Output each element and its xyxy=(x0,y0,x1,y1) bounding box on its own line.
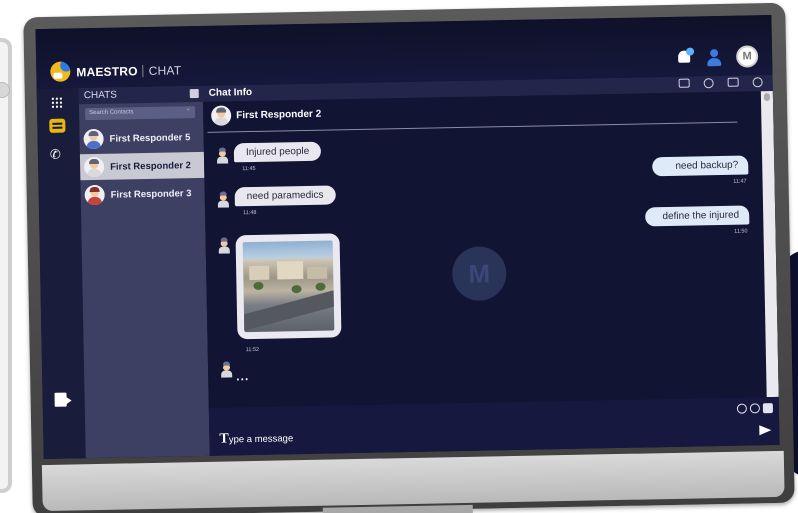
message-bubble-outgoing: need backup? xyxy=(652,155,749,177)
message-bubble-incoming: need paramedics xyxy=(234,185,336,207)
phone-icon[interactable]: ✆ xyxy=(50,147,61,163)
sender-avatar xyxy=(216,147,229,164)
composer-tools xyxy=(736,403,774,414)
message-composer: Type a message xyxy=(208,396,780,456)
app-screen: MAESTRO CHAT M ✆ CHATS Search Contacts ⌄… xyxy=(35,14,780,460)
brand-subtitle: CHAT xyxy=(148,63,182,78)
contact-item-first-responder-5[interactable]: First Responder 5 xyxy=(79,124,203,152)
contact-item-first-responder-2[interactable]: First Responder 2 xyxy=(79,151,205,181)
gallery-upload-icon[interactable] xyxy=(762,403,774,414)
message-time: 11:52 xyxy=(245,346,260,354)
emoji-icon[interactable] xyxy=(736,403,748,414)
attach-icon[interactable] xyxy=(749,403,761,414)
placeholder-text: ype a message xyxy=(228,433,294,446)
contact-item-first-responder-3[interactable]: First Responder 3 xyxy=(80,180,204,208)
contact-name: First Responder 5 xyxy=(109,131,191,145)
message-time: 11:45 xyxy=(242,165,256,173)
user-avatar[interactable]: M xyxy=(735,45,759,68)
monitor-knob xyxy=(0,82,10,98)
search-icon[interactable] xyxy=(752,77,763,88)
message-bubble-incoming: Injured people xyxy=(233,141,322,163)
nav-rail: ✆ xyxy=(36,88,86,460)
maestro-watermark-icon: M xyxy=(451,246,507,302)
monitor-frame: MAESTRO CHAT M ✆ CHATS Search Contacts ⌄… xyxy=(23,2,795,513)
contact-avatar xyxy=(84,184,105,206)
message-time: 11:47 xyxy=(733,178,747,185)
send-icon[interactable] xyxy=(759,425,772,436)
notifications-bell-icon[interactable] xyxy=(676,49,692,67)
maestro-logo-icon xyxy=(50,61,71,82)
message-input[interactable]: Type a message xyxy=(219,430,293,447)
sender-avatar xyxy=(218,237,230,254)
message-time: 11:48 xyxy=(243,209,257,217)
app-brand: MAESTRO CHAT xyxy=(76,63,181,79)
message-image-incoming[interactable] xyxy=(235,233,342,340)
brand-separator xyxy=(142,65,144,78)
monitor-stand xyxy=(322,504,473,513)
brand-name: MAESTRO xyxy=(76,64,138,80)
logout-icon[interactable] xyxy=(54,392,67,407)
contact-avatar xyxy=(83,128,104,150)
contact-avatar xyxy=(83,156,105,178)
sender-avatar xyxy=(220,361,233,378)
street-photo xyxy=(242,240,335,333)
contact-name: First Responder 3 xyxy=(110,187,192,201)
background-monitor-left xyxy=(0,38,12,493)
top-bar-actions: M xyxy=(676,45,759,69)
contacts-panel: CHATS Search Contacts First Responder 5 … xyxy=(78,85,210,459)
user-profile-icon[interactable] xyxy=(706,48,722,66)
typing-indicator: ... xyxy=(236,369,250,384)
chat-actions xyxy=(678,77,763,89)
chat-recipient: First Responder 2 xyxy=(211,104,321,126)
recipient-avatar xyxy=(211,105,232,126)
message-bubble-outgoing: define the injured xyxy=(645,205,750,227)
recipient-name: First Responder 2 xyxy=(236,108,322,121)
sender-avatar xyxy=(217,191,229,208)
call-icon[interactable] xyxy=(703,78,714,89)
chat-info-title: Chat Info xyxy=(208,86,253,99)
video-call-icon[interactable] xyxy=(727,77,739,87)
message-time: 11:50 xyxy=(734,228,748,235)
apps-grid-icon[interactable] xyxy=(50,96,64,109)
chats-icon[interactable] xyxy=(49,118,66,133)
contact-name: First Responder 2 xyxy=(110,159,192,173)
search-contacts-input[interactable]: Search Contacts xyxy=(85,106,196,121)
message-list: First Responder 2 M Injured people 11:45… xyxy=(202,91,767,408)
gallery-icon[interactable] xyxy=(678,78,690,88)
contacts-title: CHATS xyxy=(83,89,118,102)
contacts-header: CHATS xyxy=(78,85,203,105)
compose-icon[interactable] xyxy=(189,89,199,99)
monitor-chin xyxy=(41,450,785,512)
